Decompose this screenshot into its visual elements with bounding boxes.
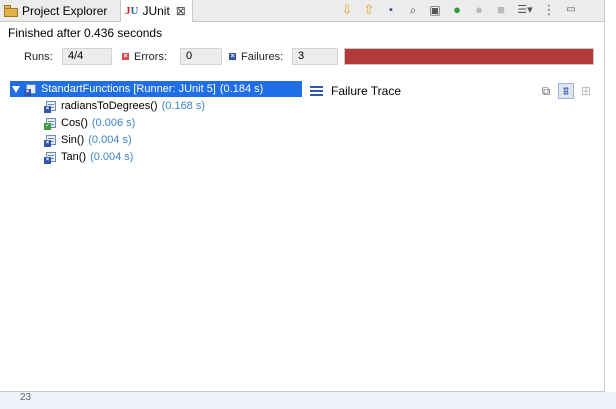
history-icon[interactable]: ▣ — [427, 2, 443, 18]
failures-value: 3 — [292, 48, 338, 65]
failure-trace-title: Failure Trace — [331, 84, 402, 98]
view-menu-icon[interactable]: ⋮ — [541, 2, 557, 18]
tree-item-time: (0.168 s) — [161, 100, 206, 112]
stack-trace-icon — [310, 86, 323, 96]
previous-failure-icon[interactable]: ⇧ — [361, 2, 377, 18]
show-failures-only-icon[interactable]: ▪ — [383, 2, 399, 18]
layout-menu-icon[interactable]: ☰▾ — [515, 2, 535, 18]
editor-bottom-strip — [0, 392, 616, 409]
view-toolbar: ⇩ ⇧ ▪ ⌕ ▣ ● ● ■ ☰▾ ⋮ ▭ — [336, 1, 582, 19]
rerun-icon[interactable]: ● — [449, 2, 465, 18]
tab-bar: Project Explorer JU JUnit ⊠ ⇩ ⇧ ▪ ⌕ ▣ ● … — [0, 0, 604, 22]
folder-icon — [4, 4, 18, 17]
line-number: 23 — [20, 392, 32, 403]
filter-stack-trace-icon[interactable]: ⩩ — [558, 83, 574, 99]
test-suite-failed-icon: × — [24, 83, 38, 96]
error-icon: × — [122, 53, 129, 60]
scroll-lock-icon[interactable]: ⌕ — [405, 2, 421, 18]
test-passed-icon: ✓ — [44, 117, 58, 130]
tree-item-time: (0.006 s) — [91, 117, 136, 129]
tree-item-name: Cos() — [61, 117, 88, 129]
tree-item-time: (0.004 s) — [88, 134, 132, 146]
tree-item-name: radiansToDegrees() — [61, 100, 158, 112]
tree-item-name: Sin() — [61, 134, 85, 146]
tab-project-explorer-label: Project Explorer — [22, 3, 108, 18]
progress-bar — [344, 48, 594, 65]
junit-view: Project Explorer JU JUnit ⊠ ⇩ ⇧ ▪ ⌕ ▣ ● … — [0, 0, 605, 392]
junit-icon: JU — [125, 5, 139, 17]
tab-junit-label: JUnit — [142, 4, 170, 18]
tree-item-name: Tan() — [61, 151, 87, 163]
failure-trace-toolbar: ⧉ ⩩ ⊞ — [536, 83, 596, 99]
tree-item[interactable]: × Sin() (0.004 s) — [44, 132, 132, 148]
counters-bar: Runs: 4/4 × Errors: 0 × Failures: 3 — [0, 46, 604, 68]
test-failed-icon: × — [44, 151, 58, 164]
test-failed-icon: × — [44, 134, 58, 147]
rerun-failed-icon[interactable]: ● — [471, 2, 487, 18]
failure-trace-header: Failure Trace ⧉ ⩩ ⊞ — [310, 82, 604, 100]
tree-root-item[interactable]: × StandartFunctions [Runner: JUnit 5] (0… — [10, 81, 302, 97]
tree-root-name: StandartFunctions [Runner: JUnit 5] — [41, 83, 216, 95]
failure-icon: × — [229, 53, 236, 60]
copy-trace-icon[interactable]: ⊞ — [578, 83, 594, 99]
tree-item[interactable]: × radiansToDegrees() (0.168 s) — [44, 98, 205, 114]
tree-item[interactable]: ✓ Cos() (0.006 s) — [44, 115, 135, 131]
tab-project-explorer[interactable]: Project Explorer — [4, 0, 107, 21]
status-text: Finished after 0.436 seconds — [8, 26, 163, 40]
runs-label: Runs: — [24, 51, 53, 63]
tree-item-time: (0.004 s) — [90, 151, 134, 163]
expand-triangle-icon[interactable] — [12, 85, 20, 93]
tree-item[interactable]: × Tan() (0.004 s) — [44, 149, 133, 165]
test-failed-icon: × — [44, 100, 58, 113]
tab-junit[interactable]: JU JUnit ⊠ — [120, 0, 193, 22]
compare-results-icon[interactable]: ⧉ — [538, 83, 554, 99]
errors-value: 0 — [180, 48, 222, 65]
failures-label: Failures: — [241, 51, 284, 63]
next-failure-icon[interactable]: ⇩ — [339, 2, 355, 18]
errors-label: Errors: — [134, 51, 167, 63]
stop-icon[interactable]: ■ — [493, 2, 509, 18]
close-icon[interactable]: ⊠ — [176, 4, 186, 18]
progress-fill — [345, 49, 593, 64]
minimize-icon[interactable]: ▭ — [563, 2, 579, 18]
runs-value: 4/4 — [62, 48, 112, 65]
tree-root-time: (0.184 s) — [219, 83, 264, 95]
